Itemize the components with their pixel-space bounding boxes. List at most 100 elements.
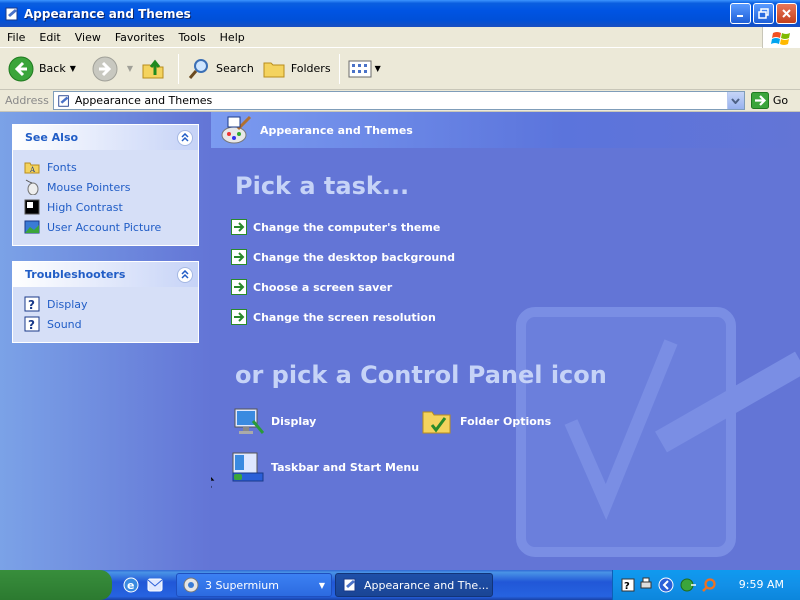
maximize-button[interactable] xyxy=(753,3,774,24)
see-also-title: See Also xyxy=(25,131,79,144)
cp-icon-taskbar-start-menu[interactable]: Taskbar and Start Menu xyxy=(231,451,419,483)
back-button[interactable]: Back ▼ xyxy=(4,51,80,87)
address-value: Appearance and Themes xyxy=(74,94,213,107)
task-arrow-icon xyxy=(231,279,247,295)
task-pane: See Also A Fonts Mouse Pointers High Con… xyxy=(0,112,211,570)
task-label: Change the computer's theme xyxy=(253,220,441,234)
help-icon: ? xyxy=(24,296,40,312)
taskbar-appearance-themes[interactable]: Appearance and The... xyxy=(335,573,493,597)
content-area: See Also A Fonts Mouse Pointers High Con… xyxy=(0,112,800,570)
search-button[interactable]: Search xyxy=(183,51,258,87)
magnifier-icon[interactable] xyxy=(701,577,717,593)
forward-dropdown-icon[interactable]: ▼ xyxy=(127,64,133,73)
address-bar: Address Appearance and Themes Go xyxy=(0,90,800,112)
minimize-button[interactable] xyxy=(730,3,751,24)
svg-text:?: ? xyxy=(28,298,35,312)
back-label: Back xyxy=(39,62,66,75)
category-header: Appearance and Themes xyxy=(211,112,800,148)
help-icon[interactable]: ? xyxy=(621,578,635,592)
menu-favorites[interactable]: Favorites xyxy=(108,31,172,44)
views-dropdown-icon[interactable]: ▼ xyxy=(375,64,381,73)
address-dropdown-button[interactable] xyxy=(726,92,744,109)
main-pane: Appearance and Themes Pick a task... Cha… xyxy=(211,112,800,570)
network-back-icon[interactable] xyxy=(657,576,675,594)
go-button[interactable]: Go xyxy=(750,92,788,109)
quick-launch: e xyxy=(122,576,164,594)
folders-button[interactable]: Folders xyxy=(258,51,335,87)
category-title: Appearance and Themes xyxy=(260,123,413,137)
pick-task-heading: Pick a task... xyxy=(235,172,410,200)
title-bar: Appearance and Themes xyxy=(0,0,800,27)
toolbar: Back ▼ ▼ Search Folders ▼ xyxy=(0,48,800,90)
link-user-account-picture[interactable]: User Account Picture xyxy=(24,217,198,237)
address-input[interactable]: Appearance and Themes xyxy=(52,91,745,110)
troubleshooters-title: Troubleshooters xyxy=(25,268,126,281)
views-button[interactable]: ▼ xyxy=(344,51,385,87)
cp-icon-folder-options[interactable]: Folder Options xyxy=(420,405,551,437)
restore-icon xyxy=(758,8,769,19)
see-also-panel: See Also A Fonts Mouse Pointers High Con… xyxy=(12,124,199,246)
task-change-screen-resolution[interactable]: Change the screen resolution xyxy=(231,309,436,325)
cp-icon-label: Taskbar and Start Menu xyxy=(271,460,420,474)
control-panel-heading: or pick a Control Panel icon xyxy=(235,361,607,389)
svg-text:e: e xyxy=(127,579,134,592)
task-label: Change the screen resolution xyxy=(253,310,436,324)
menu-file[interactable]: File xyxy=(0,31,32,44)
chevron-down-icon xyxy=(731,97,741,104)
link-label: Fonts xyxy=(47,160,77,174)
link-display-troubleshooter[interactable]: ? Display xyxy=(24,294,198,314)
link-high-contrast[interactable]: High Contrast xyxy=(24,197,198,217)
printer-icon[interactable] xyxy=(639,577,653,593)
task-change-desktop-background[interactable]: Change the desktop background xyxy=(231,249,455,265)
mouse-cursor-icon xyxy=(211,476,215,488)
menu-edit[interactable]: Edit xyxy=(32,31,67,44)
link-label: Sound xyxy=(47,317,82,331)
minimize-icon xyxy=(737,15,743,17)
folders-label: Folders xyxy=(290,62,331,75)
collapse-icon[interactable] xyxy=(177,129,193,146)
troubleshooters-header[interactable]: Troubleshooters xyxy=(13,262,198,287)
link-fonts[interactable]: A Fonts xyxy=(24,157,198,177)
display-icon xyxy=(234,408,265,434)
close-button[interactable] xyxy=(776,3,797,24)
task-label: Choose a screen saver xyxy=(253,280,393,294)
appearance-watermark-icon xyxy=(516,307,800,557)
taskbar-supermium[interactable]: 3 Supermium ▼ xyxy=(176,573,332,597)
toolbar-separator xyxy=(338,53,340,84)
cp-icon-label: Display xyxy=(271,414,317,428)
internet-explorer-icon[interactable]: e xyxy=(122,576,140,594)
link-mouse-pointers[interactable]: Mouse Pointers xyxy=(24,177,198,197)
close-icon xyxy=(782,9,791,18)
collapse-icon[interactable] xyxy=(177,266,193,283)
user-picture-icon xyxy=(24,220,40,234)
taskbar-label: Appearance and The... xyxy=(364,578,489,592)
link-label: User Account Picture xyxy=(47,220,162,234)
task-label: Change the desktop background xyxy=(253,250,455,264)
start-button[interactable] xyxy=(0,570,112,600)
menu-bar: File Edit View Favorites Tools Help xyxy=(0,27,800,48)
back-dropdown-icon[interactable]: ▼ xyxy=(70,64,76,73)
link-sound-troubleshooter[interactable]: ? Sound xyxy=(24,314,198,334)
svg-text:?: ? xyxy=(624,581,630,592)
up-folder-button[interactable] xyxy=(137,51,174,87)
outlook-express-icon[interactable] xyxy=(146,576,164,594)
system-tray: ? 9:59 AM xyxy=(612,570,800,600)
clock: 9:59 AM xyxy=(738,578,784,591)
menu-help[interactable]: Help xyxy=(213,31,252,44)
fonts-folder-icon: A xyxy=(24,162,40,174)
mouse-icon xyxy=(25,179,39,195)
cp-icon-display[interactable]: Display xyxy=(231,405,316,437)
see-also-header[interactable]: See Also xyxy=(13,125,198,150)
task-change-theme[interactable]: Change the computer's theme xyxy=(231,219,440,235)
control-panel-icon xyxy=(5,7,18,20)
svg-text:A: A xyxy=(29,166,36,174)
back-arrow-icon xyxy=(8,56,34,81)
task-choose-screen-saver[interactable]: Choose a screen saver xyxy=(231,279,392,295)
menu-view[interactable]: View xyxy=(68,31,108,44)
forward-button[interactable]: ▼ xyxy=(88,51,137,87)
menu-tools[interactable]: Tools xyxy=(172,31,213,44)
search-icon xyxy=(188,58,209,79)
taskbar-label: 3 Supermium xyxy=(205,578,279,592)
network-globe-icon[interactable] xyxy=(679,576,697,594)
search-label: Search xyxy=(216,62,254,75)
